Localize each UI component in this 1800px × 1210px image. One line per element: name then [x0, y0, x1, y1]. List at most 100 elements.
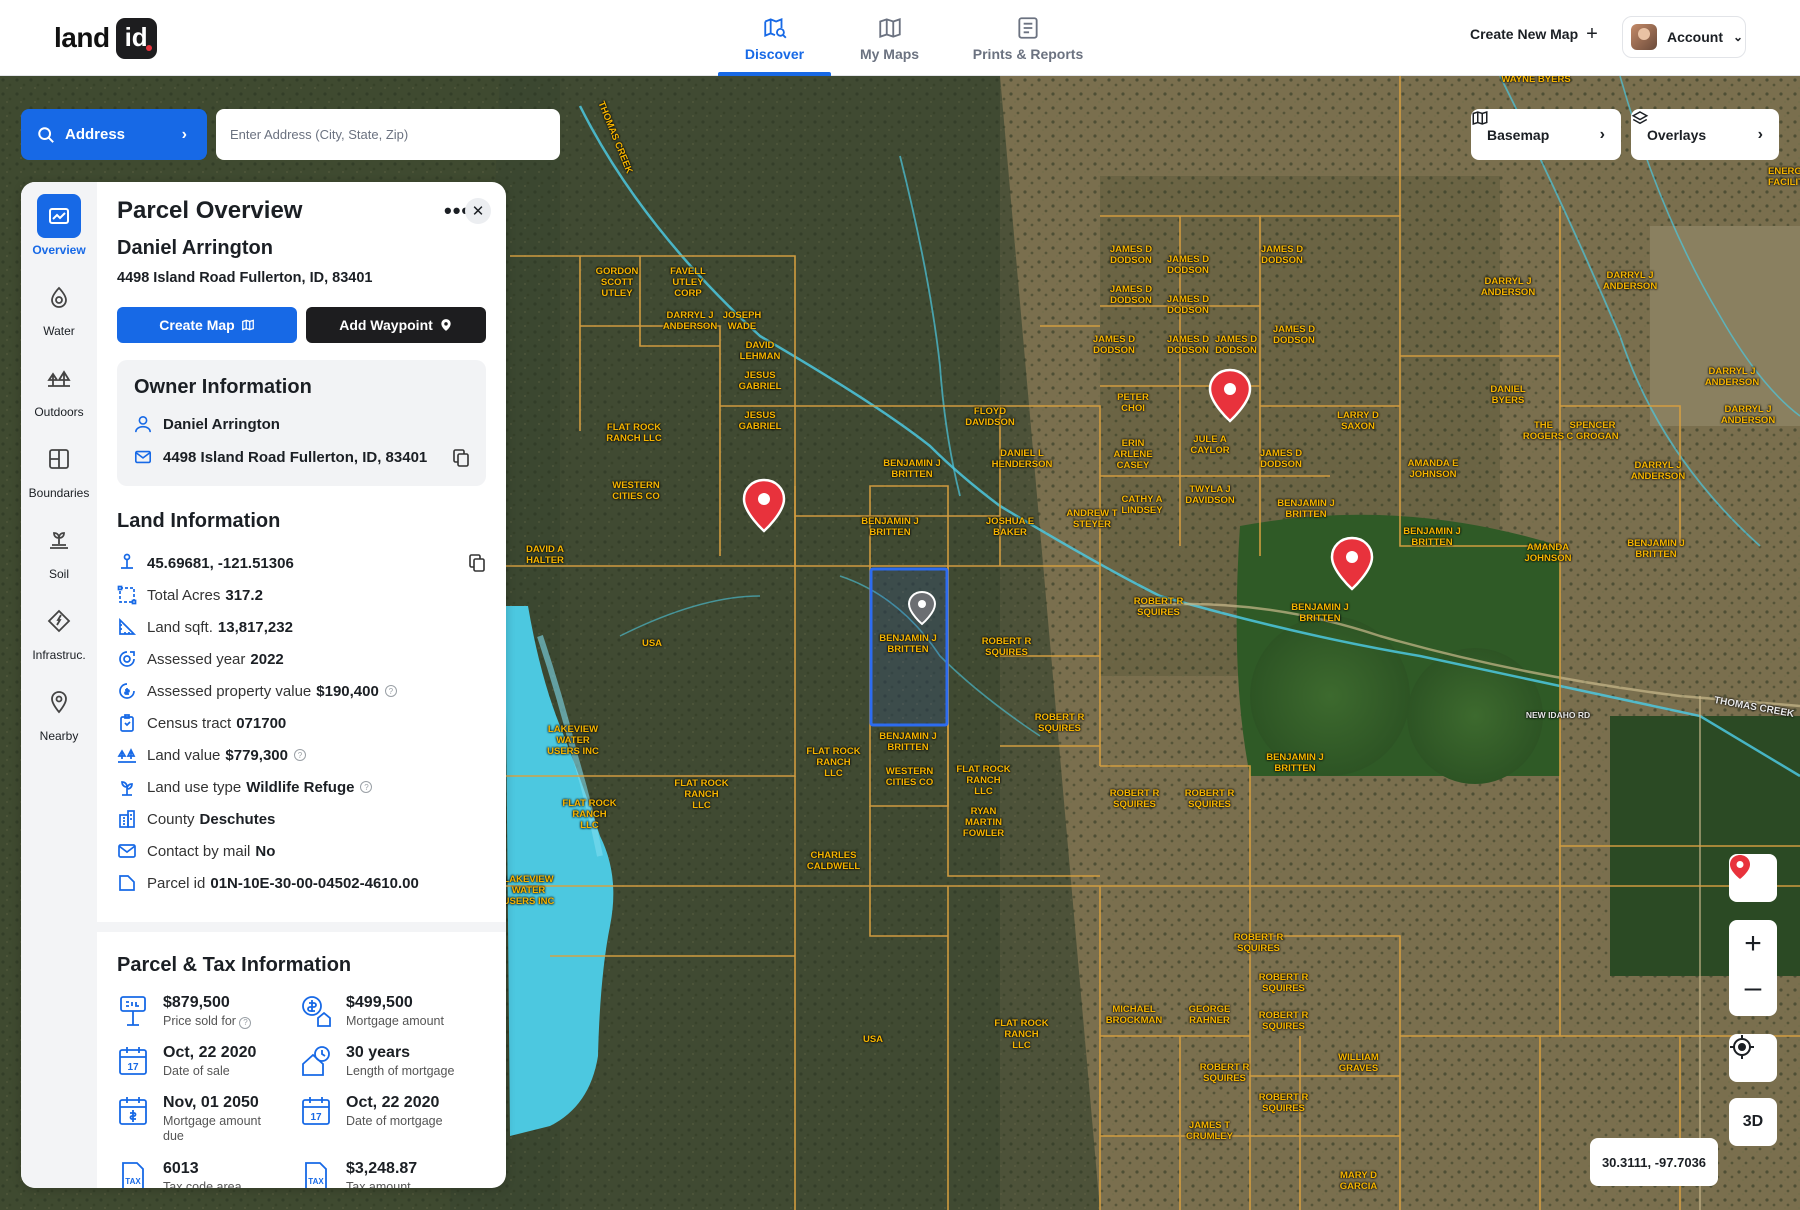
add-waypoint-button[interactable]: Add Waypoint	[306, 307, 486, 343]
owner-label: Flat Rock Ranch LLC	[562, 798, 617, 831]
tax-item-mortgage-due: Nov, 01 2050 Mortgage amount due	[117, 1094, 283, 1144]
water-drop-icon	[51, 286, 67, 308]
overview-icon	[49, 208, 69, 224]
rail-item-water[interactable]: Water	[21, 275, 97, 338]
trees-icon	[47, 370, 71, 387]
panel-content: Parcel Overview ••• ✕ Daniel Arrington 4…	[97, 182, 506, 1188]
mail-icon	[118, 844, 136, 858]
rail-item-boundaries[interactable]: Boundaries	[21, 437, 97, 500]
land-use-type-row: Land use type Wildlife Refuge?	[117, 777, 373, 797]
zoom-out-button[interactable]: –	[1745, 968, 1762, 1012]
owner-label: James D Dodson	[1166, 254, 1210, 276]
rail-item-overview[interactable]: Overview	[21, 194, 97, 257]
chevron-down-icon: ⌄	[1733, 30, 1744, 44]
owner-label: Robert R Squires	[1034, 712, 1085, 734]
calendar-icon: 17	[119, 1047, 147, 1075]
tax-item-tax-code-area: TAX 6013 Tax code area	[117, 1160, 242, 1188]
sold-sign-icon	[120, 996, 146, 1026]
census-icon	[120, 714, 134, 732]
overlays-button[interactable]: Overlays ›	[1631, 109, 1779, 160]
info-icon[interactable]: ?	[360, 781, 373, 793]
map-icon	[1472, 110, 1488, 126]
close-icon[interactable]: ✕	[465, 198, 491, 224]
info-icon[interactable]: ?	[239, 1016, 252, 1029]
account-menu[interactable]: Account ⌄	[1622, 16, 1746, 58]
owner-label: Darryl J Anderson	[1480, 276, 1536, 298]
tab-discover[interactable]: Discover	[718, 0, 831, 76]
coordinate-readout: 30.3111, -97.7036	[1590, 1138, 1718, 1186]
owner-label: Lakeview Water Users Inc	[502, 874, 555, 907]
map-icon	[241, 319, 254, 331]
rail-item-soil[interactable]: Soil	[21, 518, 97, 581]
locate-me-button[interactable]	[1729, 1034, 1777, 1082]
owner-label: George Rahner	[1188, 1004, 1231, 1026]
rail-item-infrastructure[interactable]: Infrastruc.	[21, 599, 97, 662]
create-new-map-button[interactable]: Create New Map +	[1470, 23, 1598, 45]
owner-label: Floyd Davidson	[965, 406, 1015, 428]
owner-label: The Rogers	[1522, 420, 1565, 442]
owner-label: Larry D Saxon	[1337, 410, 1379, 432]
zoom-in-button[interactable]: +	[1744, 924, 1762, 968]
owner-label: Favell Utley Corp	[670, 266, 706, 299]
create-map-button[interactable]: Create Map	[117, 307, 297, 343]
user-icon	[134, 415, 152, 433]
coordinates-pin-icon	[121, 553, 133, 569]
owner-label: Charles Caldwell	[806, 850, 861, 872]
parcel-icon	[119, 875, 135, 891]
assessed-year-row: Assessed year 2022	[117, 649, 284, 669]
3d-toggle-button[interactable]: 3D	[1729, 1098, 1777, 1146]
owner-label: Darryl J Anderson	[662, 310, 718, 332]
owner-label: Robert R Squires	[1233, 932, 1284, 954]
main-nav: Discover My Maps Prints & Reports	[718, 0, 1110, 76]
rail-item-nearby[interactable]: Nearby	[21, 680, 97, 743]
panel-title: Parcel Overview	[117, 197, 303, 224]
location-pin-icon	[441, 319, 451, 331]
owner-label: Flat Rock Ranch LLC	[606, 422, 662, 444]
copy-icon[interactable]	[453, 449, 469, 467]
assessed-value-row: Assessed property value $190,400?	[117, 681, 397, 701]
owner-label: William Graves	[1338, 1052, 1379, 1074]
owner-label: James D Dodson	[1260, 244, 1304, 266]
owner-label: Robert R Squires	[981, 636, 1032, 658]
census-tract-row: Census tract 071700	[117, 713, 286, 733]
map-icon	[878, 17, 901, 38]
owner-label: Spencer C Grogan	[1566, 420, 1619, 442]
add-pin-button[interactable]	[1729, 854, 1777, 902]
owner-label: Western Cities Co	[885, 766, 934, 788]
svg-text:TAX: TAX	[308, 1177, 324, 1186]
tab-my-maps[interactable]: My Maps	[833, 0, 946, 76]
landid-logo[interactable]: land id	[54, 16, 157, 60]
address-search-input[interactable]	[216, 109, 560, 160]
owner-label: Ryan Martin Fowler	[962, 806, 1005, 839]
land-sqft-row: Land sqft. 13,817,232	[117, 617, 293, 637]
home-time-icon	[302, 1046, 330, 1076]
owner-label: Lakeview Water Users Inc	[547, 724, 599, 757]
owner-label: Robert R Squires	[1258, 1010, 1309, 1032]
owner-label: Robert R Squires	[1133, 596, 1184, 618]
owner-label: Darryl J Anderson	[1602, 270, 1658, 292]
calendar-dollar-icon	[119, 1097, 147, 1125]
search-mode-button[interactable]: Address ›	[21, 109, 207, 160]
info-icon[interactable]: ?	[384, 685, 397, 697]
section-divider	[97, 922, 506, 932]
owner-label: Jesus Gabriel	[738, 410, 782, 432]
owner-label: Benjamin J Britten	[1627, 538, 1685, 560]
owner-label: Jesus Gabriel	[738, 370, 782, 392]
copy-icon[interactable]	[469, 554, 485, 572]
basemap-button[interactable]: Basemap ›	[1471, 109, 1621, 160]
tab-prints-reports[interactable]: Prints & Reports	[948, 0, 1108, 76]
owner-label: Flat Rock Ranch LLC	[956, 764, 1011, 797]
owner-label: David Lehman	[739, 340, 781, 362]
owner-label: Daniel L Henderson	[991, 448, 1053, 470]
mortgage-icon	[302, 996, 331, 1027]
info-icon[interactable]: ?	[293, 749, 306, 761]
svg-text:17: 17	[127, 1062, 139, 1073]
plus-icon: +	[1586, 23, 1598, 45]
owner-label: Flat Rock Ranch LLC	[994, 1018, 1049, 1051]
panel-side-rail: Overview Water Outdoors Boundaries Soil	[21, 182, 97, 1188]
chevron-right-icon: ›	[1757, 125, 1763, 143]
parcel-owner-name: Daniel Arrington	[117, 237, 273, 259]
owner-label: Erin Arlene Casey	[1113, 438, 1153, 471]
owner-label: Robert R Squires	[1199, 1062, 1250, 1084]
rail-item-outdoors[interactable]: Outdoors	[21, 356, 97, 419]
